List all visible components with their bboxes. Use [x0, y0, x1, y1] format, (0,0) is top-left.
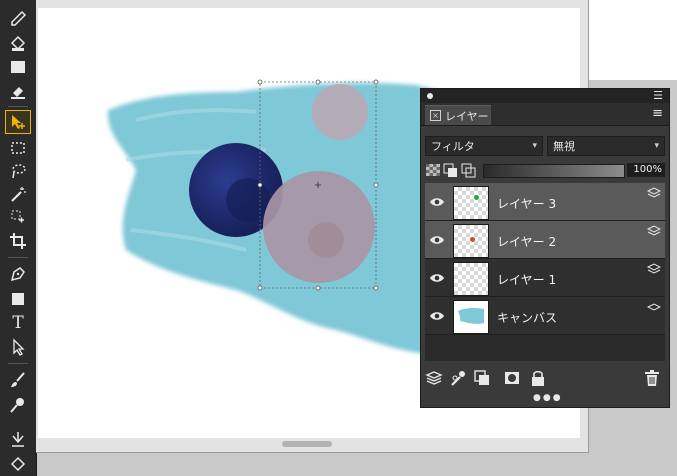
fill-tool-icon[interactable] [6, 452, 30, 474]
chevron-down-icon: ▾ [532, 141, 537, 151]
layer-row[interactable]: レイヤー 1 [425, 259, 665, 297]
layer-row[interactable]: レイヤー 3 [425, 183, 665, 221]
lock-icon[interactable] [529, 369, 547, 387]
smudge-icon[interactable] [6, 428, 30, 450]
magic-wand-icon[interactable] [6, 183, 30, 205]
eye-icon[interactable] [429, 195, 445, 209]
adjustment-layer-icon[interactable] [449, 369, 467, 387]
text-tool-icon[interactable]: T [6, 312, 30, 334]
canvas-thumbnail [453, 300, 489, 334]
eye-icon[interactable] [429, 233, 445, 247]
layer-thumbnail [453, 224, 489, 258]
transform-icon[interactable] [6, 206, 30, 228]
tab-layers[interactable]: × レイヤー [425, 105, 491, 125]
layer-name: レイヤー 1 [497, 273, 557, 287]
opacity-row: 100% [425, 161, 665, 179]
canvas-type-icon [647, 303, 661, 311]
close-tab-icon[interactable]: × [430, 110, 441, 121]
crop-icon[interactable] [6, 230, 30, 252]
layer-row[interactable]: キャンバス [425, 297, 665, 335]
layer-thumbnail [453, 186, 489, 220]
direct-select-icon[interactable] [6, 336, 30, 358]
blend-mode-dropdown[interactable]: 無視 ▾ [547, 136, 665, 156]
layer-name: レイヤー 3 [497, 197, 557, 211]
layer-type-icon [647, 187, 661, 198]
opacity-slider[interactable] [483, 164, 625, 178]
gradient-icon[interactable] [6, 56, 30, 78]
layer-name: レイヤー 2 [497, 235, 557, 249]
panel-collapse-icon[interactable]: ☰ [653, 90, 663, 102]
brush-icon[interactable] [6, 369, 30, 391]
group-layers-icon[interactable] [473, 369, 491, 387]
reference-layer-icon[interactable] [461, 163, 476, 178]
tool-palette: T [0, 0, 37, 476]
eye-icon[interactable] [429, 309, 445, 323]
pink-small-circle [312, 84, 368, 140]
blend-mode-value: 無視 [553, 140, 575, 153]
eye-icon[interactable] [429, 271, 445, 285]
more-options-icon[interactable]: ●●● [533, 393, 563, 403]
layer-name: キャンバス [497, 311, 558, 325]
layers-panel: ☰ × レイヤー ≡ フィルタ ▾ 無視 ▾ 100% レイヤー 3 レイヤー … [420, 88, 670, 408]
panel-menu-icon[interactable]: ≡ [652, 107, 663, 120]
filter-dropdown[interactable]: フィルタ ▾ [425, 136, 543, 156]
paint-bucket-icon[interactable] [6, 32, 30, 54]
eyedropper-icon[interactable] [6, 8, 30, 30]
opacity-value[interactable]: 100% [627, 163, 665, 177]
lock-transparency-icon[interactable] [426, 164, 440, 176]
rect-select-icon[interactable] [6, 137, 30, 159]
blend-brush-icon[interactable] [6, 394, 30, 416]
layer-row[interactable]: レイヤー 2 [425, 221, 665, 259]
layer-thumbnail [453, 262, 489, 296]
layer-list: レイヤー 3 レイヤー 2 レイヤー 1 キャンバス [425, 183, 665, 361]
new-layer-icon[interactable] [425, 369, 443, 387]
workspace-background [589, 0, 677, 80]
panel-tab-row: × レイヤー ≡ [421, 103, 669, 126]
chevron-down-icon: ▾ [654, 141, 659, 151]
panel-close-dot-icon[interactable] [427, 93, 433, 99]
lasso-icon[interactable] [6, 160, 30, 182]
eraser-icon[interactable] [6, 80, 30, 102]
shape-icon[interactable] [6, 288, 30, 310]
clip-mask-icon[interactable] [443, 163, 457, 177]
move-tool-icon[interactable] [5, 110, 31, 134]
layer-type-icon [647, 225, 661, 236]
layer-type-icon [647, 263, 661, 274]
layer-mask-icon[interactable] [503, 369, 521, 387]
panel-title-bar[interactable]: ☰ [421, 89, 669, 103]
filter-dropdown-label: フィルタ [431, 140, 475, 153]
trash-icon[interactable] [643, 369, 661, 387]
tab-layers-label: レイヤー [445, 109, 489, 123]
layer-actions-bar [425, 367, 665, 391]
pen-icon[interactable] [6, 263, 30, 285]
